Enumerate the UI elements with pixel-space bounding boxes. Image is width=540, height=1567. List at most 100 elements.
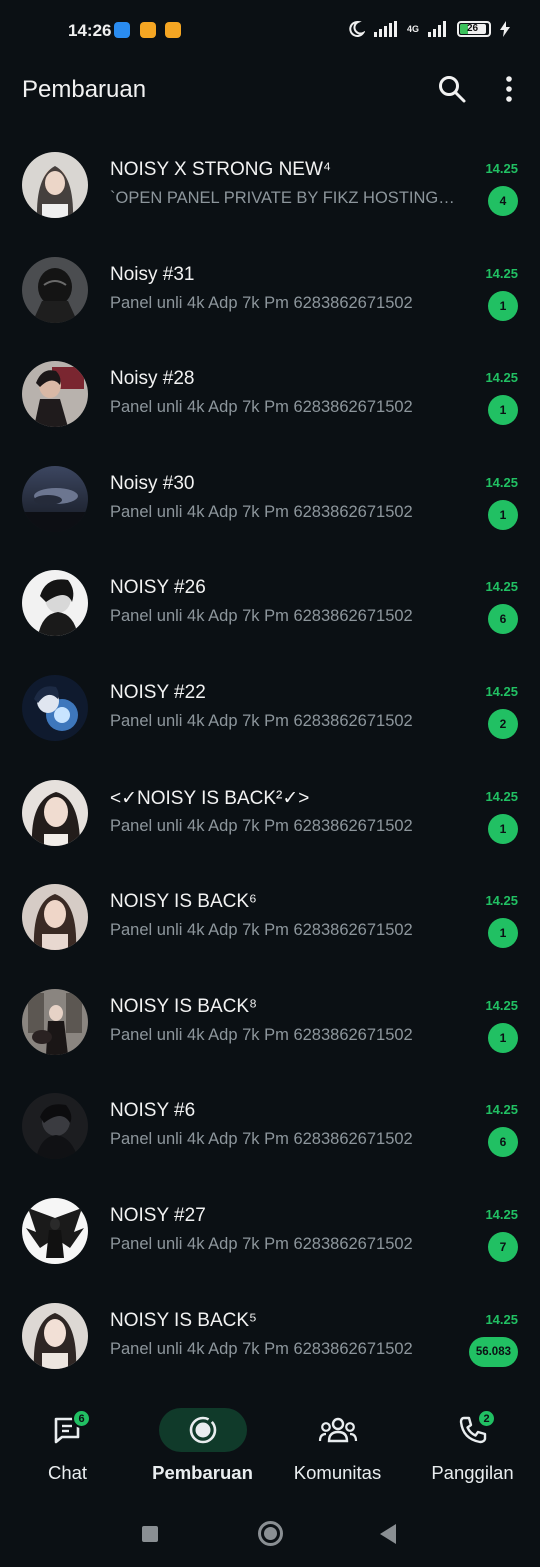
unread-badge: 6 [488, 604, 518, 635]
chat-row[interactable]: NOISY IS BACK⁸ Panel unli 4k Adp 7k Pm 6… [0, 969, 540, 1074]
calls-tab-badge: 2 [477, 1409, 496, 1428]
tab-komunitas[interactable]: Komunitas [270, 1396, 405, 1500]
tab-panggilan-label: Panggilan [431, 1462, 514, 1483]
chat-row[interactable]: NOISY #6 Panel unli 4k Adp 7k Pm 6283862… [0, 1073, 540, 1178]
communities-icon [318, 1417, 357, 1443]
chat-row[interactable]: NOISY #22 Panel unli 4k Adp 7k Pm 628386… [0, 655, 540, 760]
avatar[interactable] [22, 1302, 88, 1369]
avatar[interactable] [22, 1093, 88, 1160]
chat-name: NOISY IS BACK⁶ [110, 891, 257, 913]
status-bar: 14:26 4G 26 [0, 0, 540, 62]
unread-badge: 6 [488, 1127, 518, 1158]
chat-name: NOISY #22 [110, 681, 206, 703]
status-time: 14:26 [68, 21, 112, 40]
tab-pembaruan-label: Pembaruan [152, 1462, 253, 1483]
chat-time: 14.25 [485, 370, 518, 386]
chat-name: NOISY #27 [110, 1204, 206, 1226]
chat-last-message: Panel unli 4k Adp 7k Pm 6283862671502 [110, 607, 413, 626]
home-icon[interactable] [258, 1521, 283, 1546]
do-not-disturb-moon-icon [349, 20, 365, 37]
chat-row[interactable]: Noisy #28 Panel unli 4k Adp 7k Pm 628386… [0, 341, 540, 446]
avatar[interactable] [22, 361, 88, 428]
chat-time: 14.25 [485, 997, 518, 1013]
chat-name: Noisy #28 [110, 368, 195, 390]
chat-name: NOISY #26 [110, 577, 206, 599]
chat-time: 14.25 [485, 1206, 518, 1222]
tab-komunitas-label: Komunitas [293, 1462, 382, 1483]
avatar[interactable] [22, 570, 88, 637]
avatar[interactable] [22, 256, 88, 323]
battery-icon: 26 [457, 21, 491, 37]
chat-time: 14.25 [485, 1311, 518, 1327]
unread-badge: 56.083 [468, 1336, 518, 1367]
chat-row[interactable]: NOISY #27 Panel unli 4k Adp 7k Pm 628386… [0, 1178, 540, 1283]
chat-last-message: Panel unli 4k Adp 7k Pm 6283862671502 [110, 711, 413, 730]
battery-level: 26 [467, 23, 479, 34]
unread-badge: 1 [488, 395, 518, 426]
tab-pembaruan[interactable]: Pembaruan [135, 1396, 270, 1500]
unread-badge: 1 [488, 290, 518, 321]
signal-icon [428, 21, 446, 37]
chat-last-message: Panel unli 4k Adp 7k Pm 6283862671502 [110, 1130, 413, 1149]
chat-time: 14.25 [485, 788, 518, 804]
chat-last-message: Panel unli 4k Adp 7k Pm 6283862671502 [110, 816, 413, 835]
search-icon[interactable] [437, 74, 467, 104]
avatar[interactable] [22, 988, 88, 1055]
chat-last-message: Panel unli 4k Adp 7k Pm 6283862671502 [110, 293, 413, 312]
avatar[interactable] [22, 779, 88, 846]
chat-row[interactable]: NOISY X STRONG NEW⁴ `OPEN PANEL PRIVATE … [0, 132, 540, 237]
charging-bolt-icon [500, 21, 510, 37]
chat-name: <✓NOISY IS BACK²✓> [110, 787, 310, 809]
chat-time: 14.25 [485, 161, 518, 176]
signal-icon [373, 21, 397, 37]
unread-badge: 1 [488, 499, 518, 530]
bottom-navigation: 6 Chat Pembaruan Komunitas 2 Panggilan [0, 1396, 540, 1500]
chat-last-message: Panel unli 4k Adp 7k Pm 6283862671502 [110, 1025, 413, 1044]
unread-badge: 2 [488, 708, 518, 739]
chat-list: NOISY X STRONG NEW⁴ `OPEN PANEL PRIVATE … [0, 132, 540, 1387]
chat-name: Noisy #30 [110, 472, 195, 494]
system-navigation-bar [0, 1500, 540, 1567]
back-icon[interactable] [380, 1524, 396, 1544]
notification-app-icon [165, 22, 181, 38]
chat-time: 14.25 [485, 683, 518, 699]
unread-badge: 4 [488, 186, 518, 216]
tab-panggilan[interactable]: 2 Panggilan [405, 1396, 540, 1500]
unread-badge: 1 [488, 918, 518, 949]
avatar[interactable] [22, 465, 88, 532]
chat-last-message: Panel unli 4k Adp 7k Pm 6283862671502 [110, 1339, 413, 1358]
unread-badge: 1 [488, 1022, 518, 1053]
unread-badge: 1 [488, 813, 518, 844]
chat-row[interactable]: NOISY IS BACK⁶ Panel unli 4k Adp 7k Pm 6… [0, 864, 540, 969]
unread-badge: 7 [488, 1231, 518, 1262]
network-type: 4G [406, 23, 419, 34]
chat-row[interactable]: <✓NOISY IS BACK²✓> Panel unli 4k Adp 7k … [0, 760, 540, 865]
more-vert-icon[interactable] [496, 74, 522, 104]
chat-last-message: Panel unli 4k Adp 7k Pm 6283862671502 [110, 1234, 413, 1253]
avatar[interactable] [22, 1197, 88, 1264]
chat-row[interactable]: Noisy #30 Panel unli 4k Adp 7k Pm 628386… [0, 446, 540, 551]
tab-chat[interactable]: 6 Chat [0, 1396, 135, 1500]
avatar[interactable] [22, 674, 88, 741]
chat-name: NOISY IS BACK⁸ [110, 995, 258, 1017]
updates-icon [189, 1416, 216, 1444]
chat-name: NOISY #6 [110, 1100, 196, 1122]
chat-name: NOISY IS BACK⁵ [110, 1309, 257, 1331]
avatar[interactable] [22, 152, 88, 218]
chat-row[interactable]: Noisy #31 Panel unli 4k Adp 7k Pm 628386… [0, 237, 540, 342]
avatar[interactable] [22, 884, 88, 951]
app-header: Pembaruan [0, 62, 540, 118]
notification-app-icon [140, 22, 156, 38]
chat-time: 14.25 [485, 265, 518, 281]
recents-icon[interactable] [142, 1526, 158, 1542]
page-title: Pembaruan [22, 76, 147, 103]
tab-chat-label: Chat [47, 1462, 88, 1483]
chat-time: 14.25 [485, 474, 518, 490]
chat-time: 14.25 [485, 893, 518, 909]
chat-row[interactable]: NOISY #26 Panel unli 4k Adp 7k Pm 628386… [0, 550, 540, 655]
chat-row[interactable]: NOISY IS BACK⁵ Panel unli 4k Adp 7k Pm 6… [0, 1283, 540, 1388]
chat-last-message: Panel unli 4k Adp 7k Pm 6283862671502 [110, 502, 413, 521]
chat-last-message: `OPEN PANEL PRIVATE BY FIKZ HOSTING`🐣... [110, 189, 458, 207]
chat-name: Noisy #31 [110, 263, 195, 285]
chat-time: 14.25 [485, 1102, 518, 1118]
